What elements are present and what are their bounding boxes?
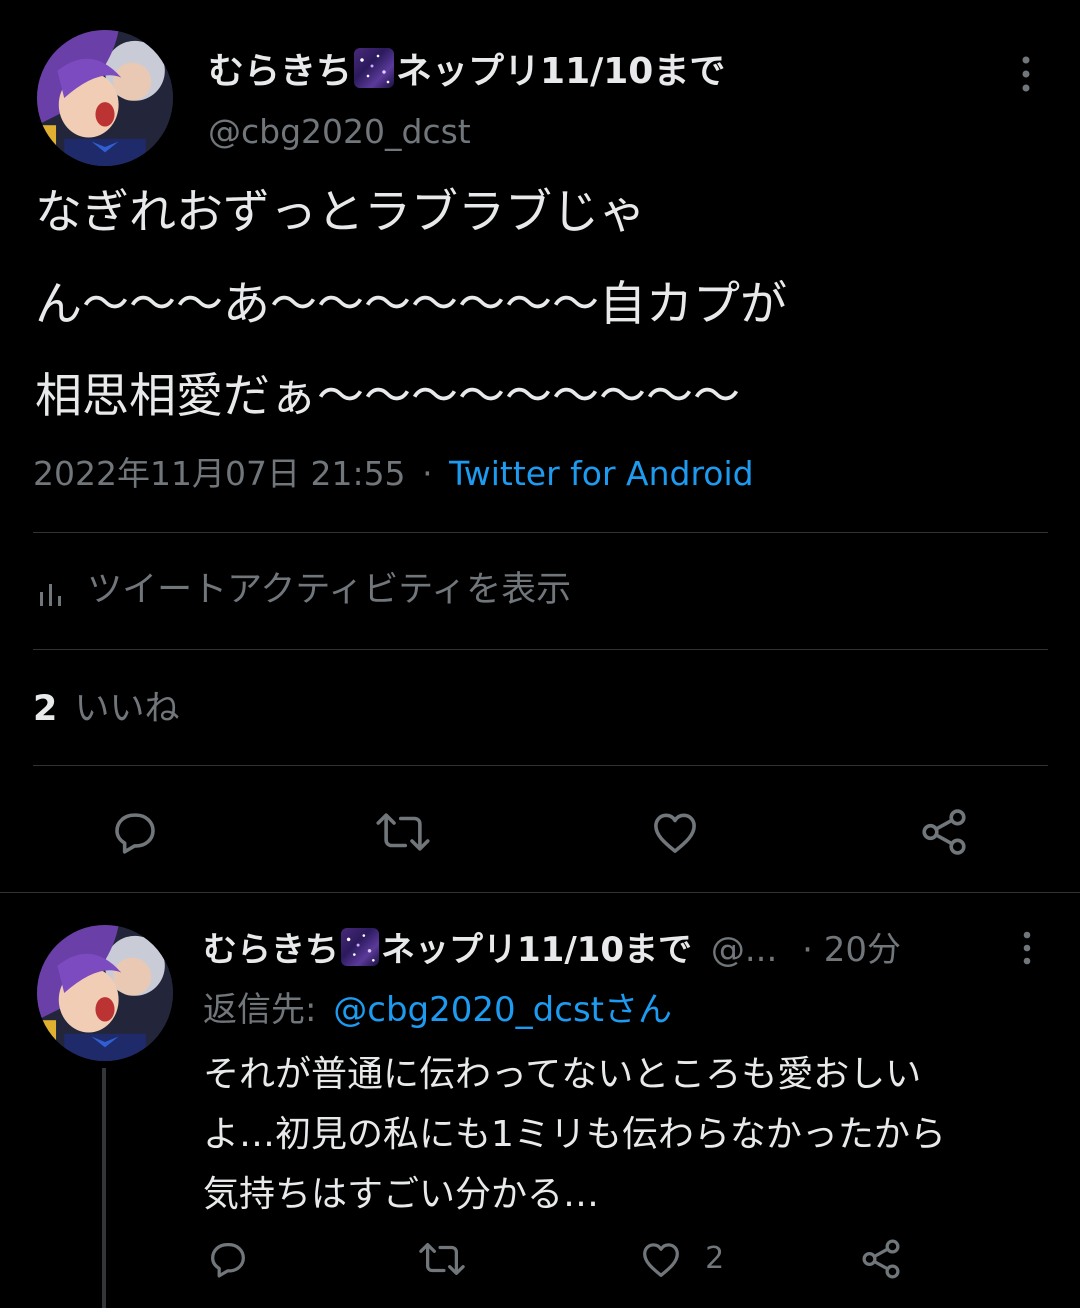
more-vertical-icon[interactable] [1016,930,1038,966]
reply-to-handle[interactable]: @cbg2020_dcstさん [333,990,672,1030]
reply-author-avatar[interactable] [37,925,173,1061]
likes-label: いいね [74,689,180,729]
reply-icon[interactable] [108,805,162,859]
likes-count: 2 [33,689,58,729]
reply-text: それが普通に伝わってないところも愛おしい よ…初見の私にも1ミリも伝わらなかった… [203,1045,1063,1225]
retweet-icon[interactable] [373,805,433,859]
more-vertical-icon[interactable] [1014,54,1038,94]
reply-like-count: 2 [705,1241,725,1276]
reply-author-name[interactable]: むらきち ネップリ11/10まで [203,928,693,970]
author-name-text: むらきち [208,51,353,92]
reply-text-line: それが普通に伝わってないところも愛おしい [203,1054,922,1095]
tweet-text-line: なぎれおずっとラブラブじゃ [35,185,646,240]
author-avatar[interactable] [37,30,173,166]
meta-separator: · [422,454,433,493]
bar-chart-icon [36,570,68,610]
tweet-text-line: ん〜〜〜あ〜〜〜〜〜〜〜自カプが [35,277,787,332]
galaxy-emoji-icon [341,928,379,966]
tweet-meta: 2022年11月07日 21:55 · Twitter for Android [33,452,754,496]
reply-author-name-suffix: ネップリ11/10まで [381,930,693,970]
tweet-text-line: 相思相愛だぁ〜〜〜〜〜〜〜〜〜 [35,369,740,424]
divider [33,649,1048,650]
reply-author-handle[interactable]: @... [711,930,777,970]
reply-like-button[interactable]: 2 [638,1236,724,1282]
reply-icon[interactable] [205,1236,251,1282]
galaxy-emoji-icon [354,48,395,88]
author-handle[interactable]: @cbg2020_dcst [208,110,471,154]
heart-icon [638,1236,684,1282]
activity-label: ツイートアクティビティを表示 [87,570,572,610]
section-divider [0,892,1080,893]
author-name[interactable]: むらきち ネップリ11/10まで [208,48,725,95]
tweet-timestamp[interactable]: 2022年11月07日 21:55 [33,454,406,493]
reply-header: むらきち ネップリ11/10まで @... · 20分 [203,926,901,974]
tweet-text: なぎれおずっとラブラブじゃ ん〜〜〜あ〜〜〜〜〜〜〜自カプが 相思相愛だぁ〜〜〜… [35,167,1055,443]
heart-icon[interactable] [648,805,702,859]
reply-text-line: 気持ちはすごい分かる… [203,1174,600,1215]
likes-summary[interactable]: 2 いいね [33,686,180,732]
thread-line [102,1068,106,1308]
reply-to-line: 返信先: @cbg2020_dcstさん [203,987,672,1033]
reply-time[interactable]: · 20分 [802,930,901,970]
tweet-source-link[interactable]: Twitter for Android [449,454,754,493]
tweet-activity-link[interactable]: ツイートアクティビティを表示 [36,568,571,612]
author-name-suffix: ネップリ11/10まで [396,51,726,92]
reply-to-prefix: 返信先: [203,990,317,1030]
reply-author-name-text: むらきち [203,930,339,970]
share-icon[interactable] [917,805,971,859]
retweet-icon[interactable] [416,1236,468,1282]
divider [33,765,1048,766]
reply-text-line: よ…初見の私にも1ミリも伝わらなかったから [203,1114,946,1155]
divider [33,532,1048,533]
share-icon[interactable] [858,1236,904,1282]
